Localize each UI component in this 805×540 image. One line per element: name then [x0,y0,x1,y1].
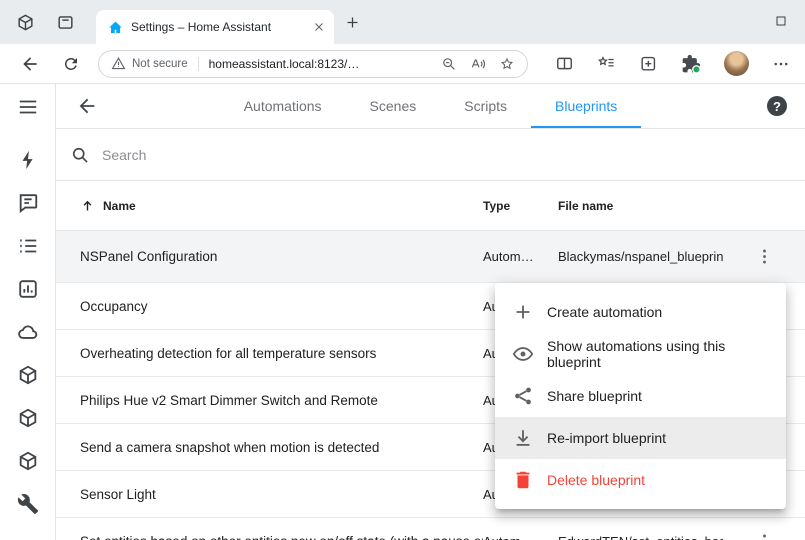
menu-item-create-automation[interactable]: Create automation [495,291,786,333]
column-header-type[interactable]: Type [483,199,558,213]
search-input[interactable] [102,147,422,163]
ha-sidebar [0,84,56,540]
extensions-icon[interactable] [681,54,701,74]
trash-icon [511,468,535,492]
browser-window: Settings – Home Assistant Not secure hom… [0,0,805,540]
sidebar-menu-icon[interactable] [17,84,39,129]
search-icon [70,145,90,165]
column-header-name[interactable]: Name [80,198,483,213]
cube-icon-1[interactable] [16,363,40,387]
help-icon[interactable]: ? [767,96,787,116]
row-overflow-menu-icon[interactable] [744,237,784,277]
sort-ascending-icon [80,198,95,213]
zoom-out-icon[interactable] [441,56,457,72]
row-overflow-menu-icon[interactable] [744,521,784,540]
security-label: Not secure [132,58,188,70]
menu-item-share-blueprint[interactable]: Share blueprint [495,375,786,417]
download-icon [511,426,535,450]
browser-refresh-icon[interactable] [62,55,80,73]
not-secure-warning-icon [111,56,126,71]
eye-icon [511,342,535,366]
tab-automations[interactable]: Automations [220,84,346,128]
tab-title: Settings – Home Assistant [131,20,304,34]
menu-item-reimport-blueprint[interactable]: Re-import blueprint [495,417,786,459]
favorites-icon[interactable] [597,54,616,73]
url-text: homeassistant.local:8123/… [209,57,435,71]
tab-scenes[interactable]: Scenes [346,84,441,128]
cube-icon-3[interactable] [16,449,40,473]
blueprint-context-menu: Create automation Show automations using… [495,283,786,509]
favorite-star-icon[interactable] [499,56,515,72]
tab-actions-icon[interactable] [56,13,75,32]
wrench-icon[interactable] [16,492,40,516]
share-icon [511,384,535,408]
home-assistant-favicon [108,20,123,35]
collections-icon[interactable] [639,54,658,73]
browser-tab-strip: Settings – Home Assistant [0,0,805,44]
tab-blueprints[interactable]: Blueprints [531,84,641,128]
table-row[interactable]: Set entities based on other entities new… [56,518,805,540]
cloud-icon[interactable] [16,320,40,344]
browser-back-icon[interactable] [20,54,40,74]
read-aloud-icon[interactable] [470,56,486,72]
address-bar[interactable]: Not secure homeassistant.local:8123/… [98,50,528,78]
new-tab-icon[interactable] [344,14,361,31]
table-header: Name Type File name [56,181,805,231]
table-row[interactable]: NSPanel Configuration Autom… Blackymas/n… [56,231,805,283]
list-icon[interactable] [16,234,40,258]
menu-item-delete-blueprint[interactable]: Delete blueprint [495,459,786,501]
menu-item-show-automations[interactable]: Show automations using this blueprint [495,333,786,375]
browser-tab[interactable]: Settings – Home Assistant [96,10,334,44]
ha-header: Automations Scenes Scripts Blueprints ? [56,84,805,129]
chat-bubble-icon[interactable] [16,191,40,215]
workspaces-icon[interactable] [16,13,35,32]
window-maximize-icon[interactable] [773,13,789,29]
split-screen-icon[interactable] [555,54,574,73]
tab-scripts[interactable]: Scripts [440,84,531,128]
address-divider [198,57,199,71]
browser-toolbar: Not secure homeassistant.local:8123/… [0,44,805,84]
energy-lightning-icon[interactable] [16,148,40,172]
profile-avatar[interactable] [724,51,749,76]
tab-close-icon[interactable] [312,20,326,34]
search-bar [56,129,805,181]
cube-icon-2[interactable] [16,406,40,430]
column-header-file[interactable]: File name [558,199,723,213]
ha-back-icon[interactable] [76,95,98,117]
plus-icon [511,300,535,324]
settings-more-icon[interactable] [772,55,790,73]
chart-box-icon[interactable] [16,277,40,301]
